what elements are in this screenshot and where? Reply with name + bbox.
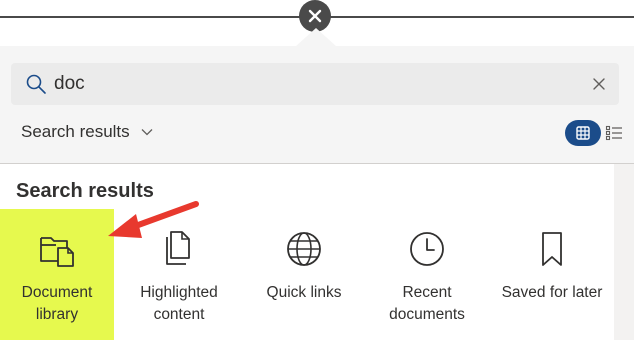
search-icon — [26, 74, 46, 94]
tile-recent-documents[interactable]: Recent documents — [370, 209, 484, 340]
list-view-icon[interactable] — [605, 124, 623, 142]
results-filter-dropdown[interactable]: Search results — [21, 119, 154, 145]
tile-quick-links[interactable]: Quick links — [247, 209, 361, 340]
results-filter-label: Search results — [21, 122, 130, 141]
tile-label: Saved for later — [501, 284, 603, 301]
tile-document-library[interactable]: Document library — [0, 209, 114, 340]
globe-icon — [287, 232, 321, 266]
scrollbar-track[interactable] — [614, 164, 634, 340]
close-button[interactable] — [299, 0, 331, 32]
clear-search-icon[interactable] — [590, 75, 608, 93]
search-box[interactable] — [11, 63, 619, 105]
folder-document-icon — [40, 237, 74, 267]
search-input[interactable] — [54, 72, 554, 96]
header-divider — [0, 163, 634, 164]
tile-label: Quick links — [266, 284, 342, 301]
tile-saved-for-later[interactable]: Saved for later — [494, 209, 610, 340]
grid-icon — [576, 126, 590, 140]
grid-view-toggle[interactable] — [565, 120, 601, 146]
tile-label: Highlighted content — [140, 284, 218, 323]
tile-label: Recent documents — [389, 284, 465, 323]
bookmark-icon — [542, 232, 562, 266]
clock-icon — [410, 232, 444, 266]
tile-label: Document library — [21, 284, 93, 323]
annotation-arrow — [108, 201, 199, 238]
close-icon — [308, 9, 322, 23]
chevron-down-icon — [141, 129, 153, 136]
